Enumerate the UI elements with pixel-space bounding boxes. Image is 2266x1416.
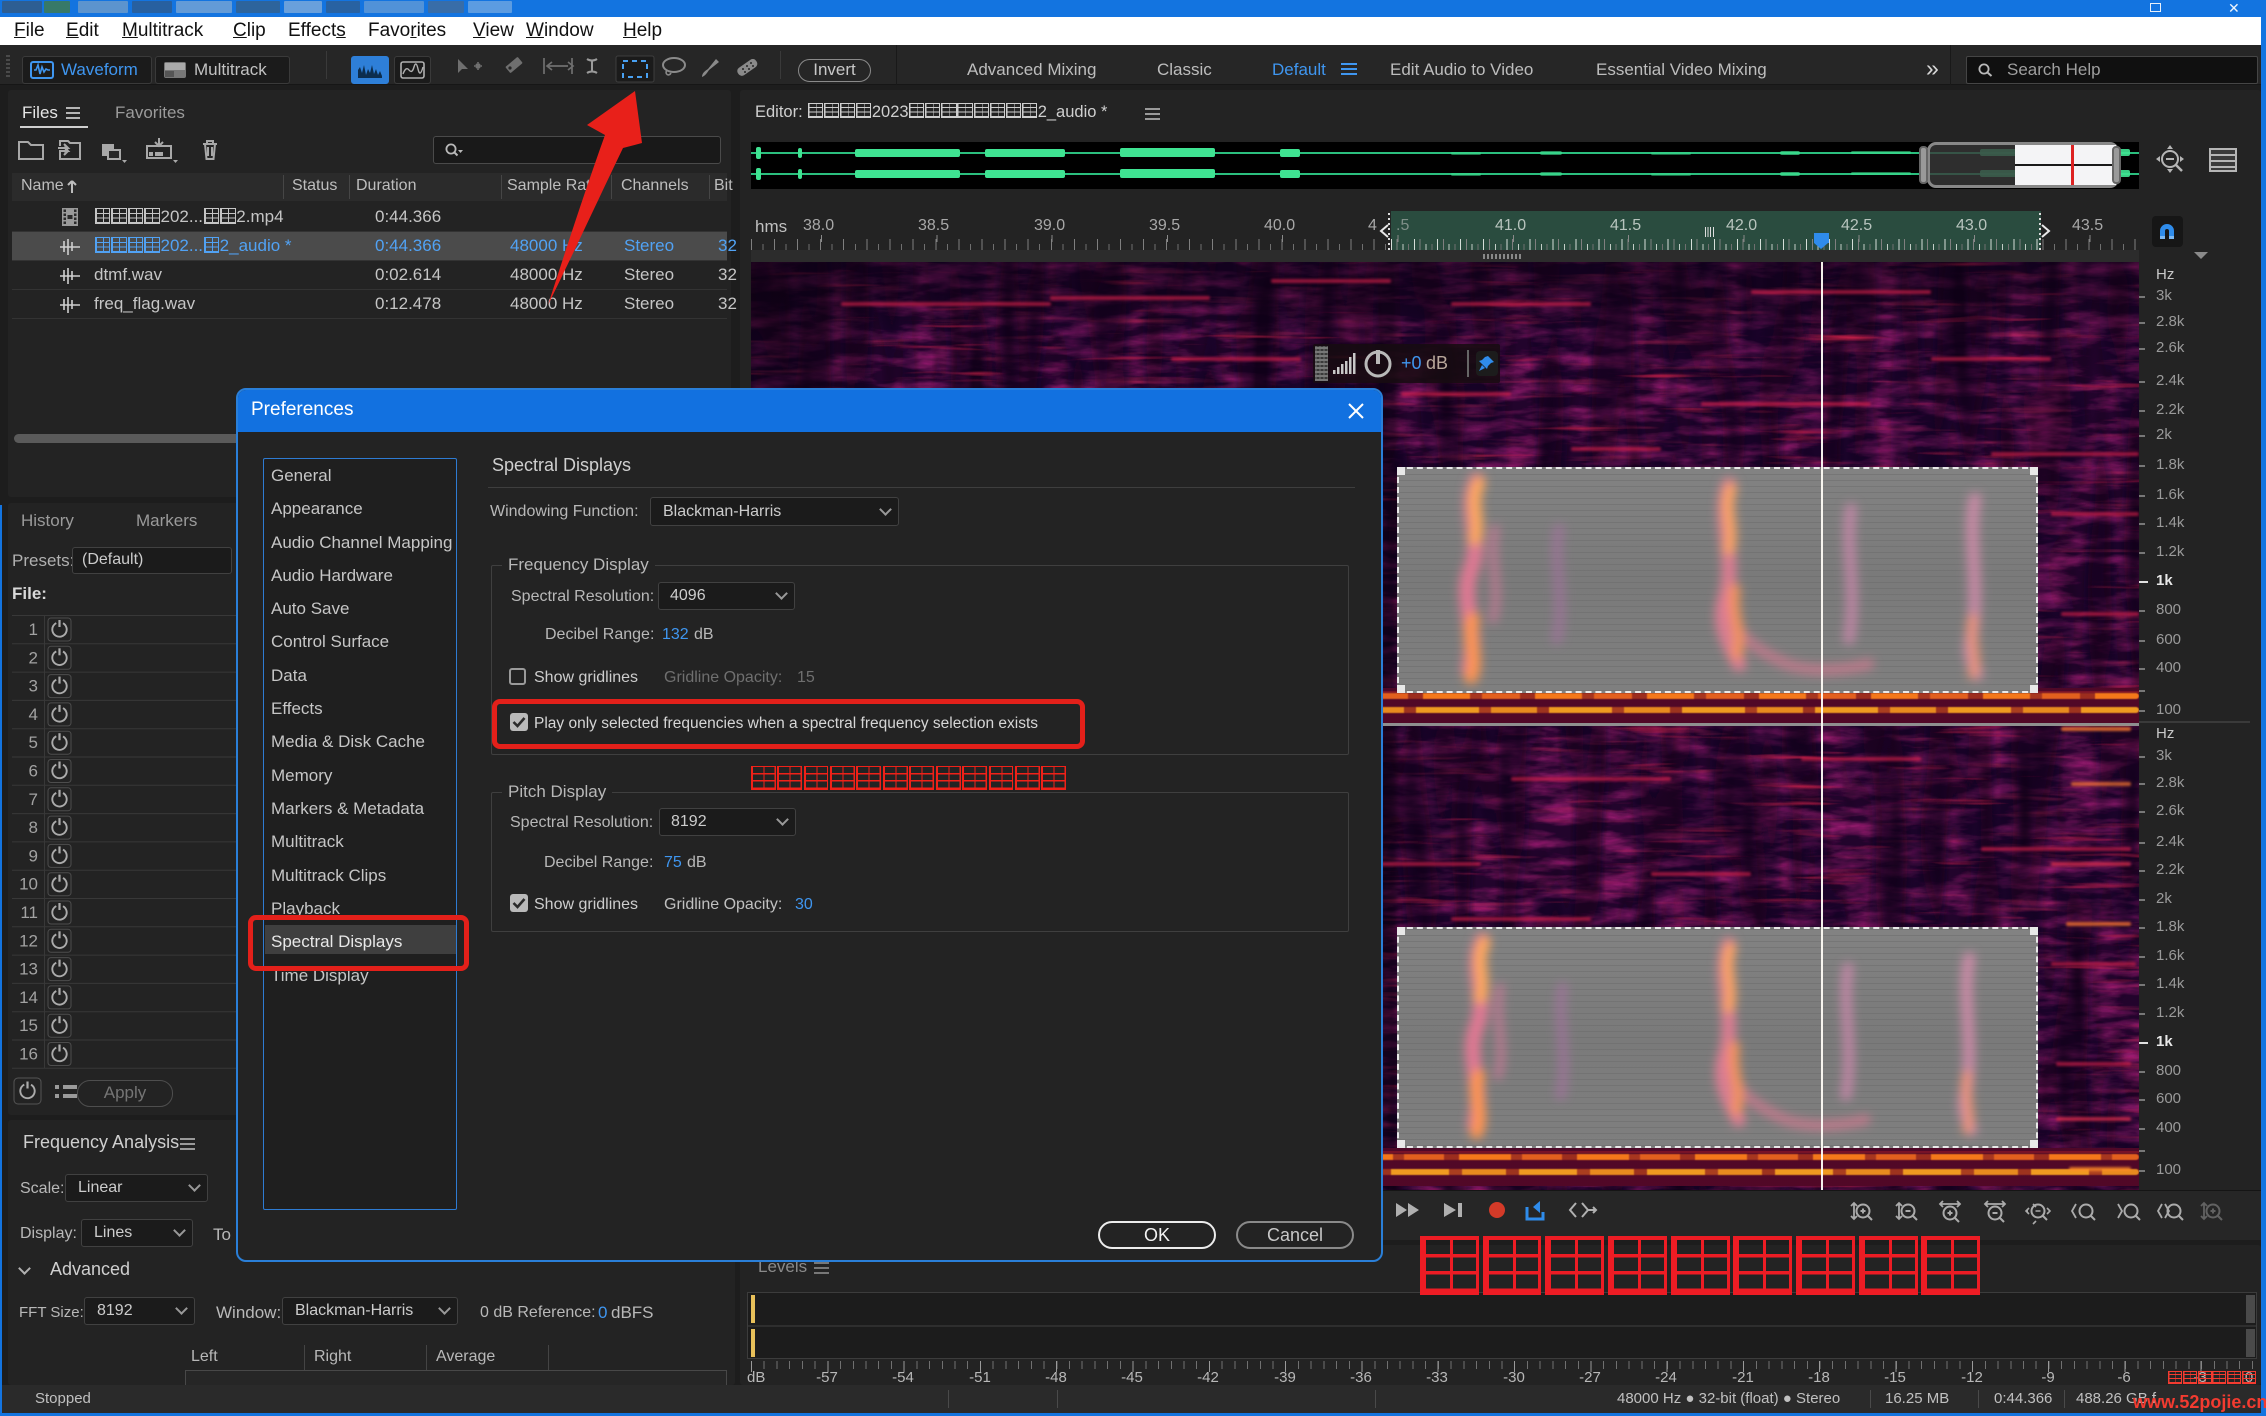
svg-text:1: 1 <box>29 620 38 639</box>
svg-text:2: 2 <box>29 648 38 667</box>
svg-text:10: 10 <box>19 875 38 894</box>
svg-text:14: 14 <box>19 988 38 1007</box>
svg-text:13: 13 <box>19 960 38 979</box>
svg-text:5: 5 <box>29 733 38 752</box>
svg-text:12: 12 <box>19 931 38 950</box>
svg-text:9: 9 <box>29 846 38 865</box>
svg-text:11: 11 <box>20 903 38 922</box>
svg-text:3: 3 <box>29 677 38 696</box>
svg-text:4: 4 <box>29 705 38 724</box>
svg-text:8: 8 <box>29 818 38 837</box>
svg-text:7: 7 <box>29 790 38 809</box>
svg-text:15: 15 <box>19 1016 38 1035</box>
svg-text:16: 16 <box>19 1045 38 1064</box>
svg-text:6: 6 <box>29 762 38 781</box>
